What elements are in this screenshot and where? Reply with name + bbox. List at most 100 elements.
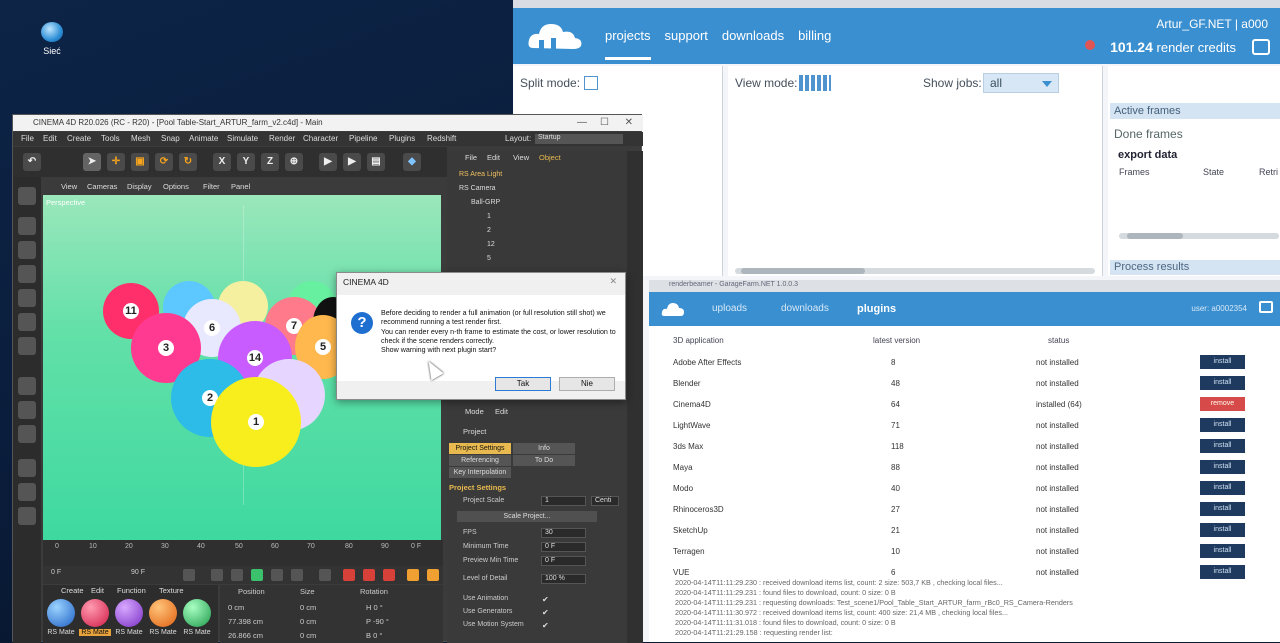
next-key-icon[interactable] (291, 569, 303, 581)
maximize-icon[interactable]: ☐ (600, 117, 609, 128)
nav-downloads[interactable]: downloads (722, 28, 784, 60)
vp-menu-display[interactable]: Display (127, 182, 152, 191)
recent-icon[interactable]: ↻ (179, 153, 197, 171)
vertical-tabs[interactable] (627, 151, 643, 643)
vp-menu-cameras[interactable]: Cameras (87, 182, 117, 191)
project-scale-unit[interactable]: Centi (591, 496, 619, 506)
attr-menu-edit[interactable]: Edit (495, 407, 508, 416)
prev-frame-icon[interactable] (231, 569, 243, 581)
tool-icon[interactable] (18, 265, 36, 283)
object-row[interactable]: RS Area Light (459, 171, 502, 184)
material-swatch[interactable] (47, 599, 75, 627)
tab-plugins[interactable]: plugins (857, 303, 896, 315)
menu-pipeline[interactable]: Pipeline (349, 134, 377, 143)
move-icon[interactable]: ✛ (107, 153, 125, 171)
no-button[interactable]: Nie (559, 377, 615, 391)
material-swatch[interactable] (81, 599, 109, 627)
install-button[interactable]: install (1200, 565, 1245, 579)
tool-icon[interactable] (18, 377, 36, 395)
object-row[interactable]: 5 (487, 255, 491, 268)
cloud-logo-icon[interactable] (527, 18, 585, 54)
tool-icon[interactable] (18, 483, 36, 501)
pos-x[interactable]: 0 cm (228, 603, 244, 612)
tab-key-interpolation[interactable]: Key Interpolation (449, 467, 511, 478)
install-button[interactable]: install (1200, 460, 1245, 474)
tool-icon[interactable] (18, 507, 36, 525)
install-button[interactable]: install (1200, 355, 1245, 369)
object-row[interactable]: RS Camera (459, 185, 496, 198)
lod-field[interactable]: 100 % (541, 574, 586, 584)
pos-z[interactable]: 26.866 cm (228, 631, 263, 640)
coordinate-icon[interactable]: ⊕ (285, 153, 303, 171)
active-frames-tab[interactable]: Active frames (1110, 103, 1280, 119)
message-icon[interactable] (1252, 39, 1270, 55)
size-y[interactable]: 0 cm (300, 617, 316, 626)
vp-menu-options[interactable]: Options (163, 182, 189, 191)
horizontal-scrollbar[interactable] (1119, 233, 1279, 239)
layout-select[interactable]: Startup (535, 134, 623, 144)
portal-user[interactable]: Artur_GF.NET | a000 (1156, 17, 1268, 31)
tab-downloads[interactable]: downloads (781, 303, 829, 314)
rot-b[interactable]: B 0 ° (366, 631, 382, 640)
tab-project-settings[interactable]: Project Settings (449, 443, 511, 454)
menu-edit[interactable]: Edit (43, 134, 57, 143)
minimize-icon[interactable]: — (577, 117, 587, 128)
material-swatch[interactable] (115, 599, 143, 627)
z-axis-icon[interactable]: Z (261, 153, 279, 171)
show-jobs-select[interactable]: all (983, 73, 1059, 93)
obj-menu-edit[interactable]: Edit (487, 153, 500, 162)
render-view-icon[interactable]: ▶ (319, 153, 337, 171)
vp-menu-view[interactable]: View (61, 182, 77, 191)
size-x[interactable]: 0 cm (300, 603, 316, 612)
install-button[interactable]: install (1200, 523, 1245, 537)
tool-icon[interactable] (18, 425, 36, 443)
vp-menu-panel[interactable]: Panel (231, 182, 250, 191)
tool-icon[interactable] (18, 401, 36, 419)
menu-render[interactable]: Render (269, 134, 295, 143)
select-icon[interactable]: ➤ (83, 153, 101, 171)
next-frame-icon[interactable] (271, 569, 283, 581)
keyframe-icon[interactable] (383, 569, 395, 581)
menu-character[interactable]: Character (303, 134, 338, 143)
tool-icon[interactable] (18, 217, 36, 235)
install-button[interactable]: install (1200, 502, 1245, 516)
start-frame[interactable]: 0 F (51, 569, 61, 576)
render-settings-icon[interactable]: ▤ (367, 153, 385, 171)
object-row[interactable]: 12 (487, 241, 495, 254)
rotate-icon[interactable]: ⟳ (155, 153, 173, 171)
scheme-icon[interactable] (427, 569, 439, 581)
network-desktop-icon[interactable]: Sieć (38, 22, 66, 62)
horizontal-scrollbar[interactable] (735, 268, 1095, 274)
split-mode-icon[interactable] (584, 76, 616, 92)
autokey-icon[interactable] (363, 569, 375, 581)
message-icon[interactable] (1259, 301, 1273, 313)
record-icon[interactable] (343, 569, 355, 581)
install-button[interactable]: install (1200, 481, 1245, 495)
min-time-field[interactable]: 0 F (541, 542, 586, 552)
check-icon[interactable]: ✔ (542, 596, 550, 604)
rot-h[interactable]: H 0 ° (366, 603, 383, 612)
install-button[interactable]: install (1200, 439, 1245, 453)
tool-icon[interactable] (18, 187, 36, 205)
yes-button[interactable]: Tak (495, 377, 551, 391)
menu-redshift[interactable]: Redshift (427, 134, 456, 143)
menu-tools[interactable]: Tools (101, 134, 120, 143)
object-row[interactable]: Ball-GRP (471, 199, 500, 212)
end-frame[interactable]: 90 F (131, 569, 145, 576)
tool-icon[interactable] (18, 241, 36, 259)
play-icon[interactable] (251, 569, 263, 581)
obj-menu-view[interactable]: View (513, 153, 529, 162)
done-frames-tab[interactable]: Done frames (1114, 127, 1183, 141)
scale-icon[interactable]: ▣ (131, 153, 149, 171)
fps-field[interactable]: 30 (541, 528, 586, 538)
mat-menu-edit[interactable]: Edit (91, 586, 104, 595)
remove-button[interactable]: remove (1200, 397, 1245, 411)
material-swatch[interactable] (183, 599, 211, 627)
obj-menu-object[interactable]: Object (539, 153, 561, 162)
go-start-icon[interactable] (183, 569, 195, 581)
tab-info[interactable]: Info (513, 443, 575, 454)
preview-min-field[interactable]: 0 F (541, 556, 586, 566)
tab-todo[interactable]: To Do (513, 455, 575, 466)
tool-icon[interactable] (18, 459, 36, 477)
mat-menu-function[interactable]: Function (117, 586, 146, 595)
